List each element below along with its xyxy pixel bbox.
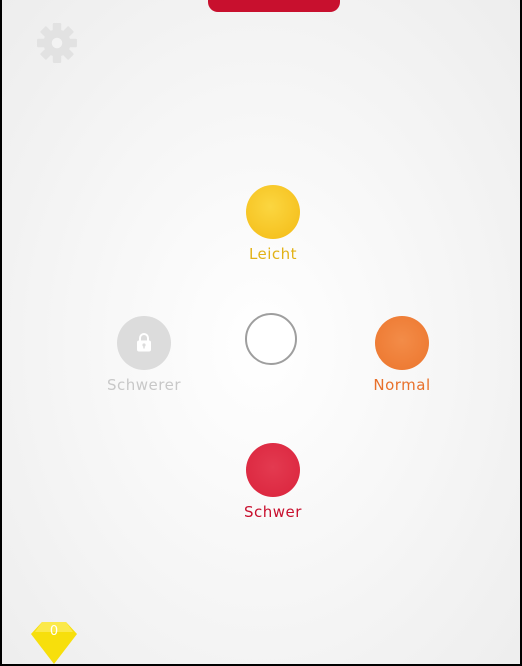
schwer-label: Schwer [244, 503, 302, 521]
settings-button[interactable] [36, 22, 78, 64]
game-screen: Leicht Schwerer Normal Schwer 0 [0, 0, 522, 666]
normal-dot [375, 316, 429, 370]
top-tab [208, 0, 340, 12]
leicht-dot [246, 185, 300, 239]
difficulty-leicht-button[interactable]: Leicht [213, 185, 333, 263]
schwerer-label: Schwerer [106, 376, 181, 394]
normal-label: Normal [373, 376, 431, 394]
difficulty-schwerer-button[interactable]: Schwerer [84, 316, 204, 394]
difficulty-normal-button[interactable]: Normal [342, 316, 462, 394]
schwer-dot [246, 443, 300, 497]
difficulty-schwer-button[interactable]: Schwer [213, 443, 333, 521]
leicht-label: Leicht [248, 245, 298, 263]
gem-count: 0 [49, 624, 59, 639]
schwerer-dot [117, 316, 171, 370]
lock-icon [136, 332, 152, 352]
gem-counter[interactable]: 0 [29, 620, 79, 664]
center-selector-ring[interactable] [245, 313, 297, 365]
gear-icon [36, 22, 78, 64]
